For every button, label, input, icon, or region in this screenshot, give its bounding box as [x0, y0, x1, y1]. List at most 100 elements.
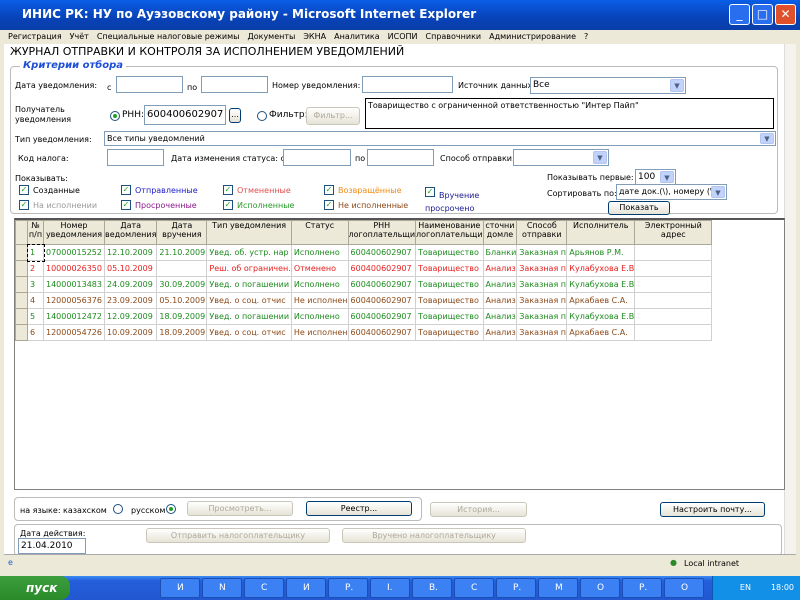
history-button[interactable]: История...	[430, 502, 527, 517]
menu-special-regimes[interactable]: Специальные налоговые режимы	[97, 32, 240, 41]
registry-button[interactable]: Реестр...	[306, 501, 412, 516]
russian-radio[interactable]	[166, 504, 176, 514]
row-header[interactable]	[15, 260, 28, 277]
in-progress-checkbox[interactable]: ✓	[19, 200, 29, 210]
menu-accounting[interactable]: Учёт	[70, 32, 89, 41]
table-row[interactable]: 1 07000015252 12.10.2009 21.10.2009 Увед. об…	[15, 243, 713, 262]
not-executed-checkbox[interactable]: ✓	[324, 200, 334, 210]
sent-checkbox[interactable]: ✓	[121, 185, 131, 195]
sort-select[interactable]: дате док.(\), номеру (\) ▼	[616, 184, 727, 200]
table-row[interactable]: 2 10000026350 05.10.2009 Реш. об ограничен.…	[15, 260, 713, 277]
source-select[interactable]: Все ▼	[530, 77, 686, 94]
table-row[interactable]: 4 12000056376 23.09.2009 05.10.2009 Увед. о …	[15, 292, 713, 309]
rnn-lookup-button[interactable]: ...	[229, 108, 241, 123]
table-cell: 18.09.2009	[156, 308, 208, 325]
kazakh-radio[interactable]	[113, 504, 123, 514]
table-cell	[634, 324, 713, 341]
start-label: пуск	[26, 581, 58, 595]
vertical-scrollbar[interactable]	[784, 44, 796, 554]
column-header[interactable]: Тип уведомления	[206, 220, 292, 245]
taskbar-button[interactable]: N	[202, 578, 242, 598]
menu-admin[interactable]: Администрирование	[489, 32, 576, 41]
taskbar-button[interactable]: I.	[370, 578, 410, 598]
send-to-taxpayer-button[interactable]: Отправить налогоплательщику	[146, 528, 330, 543]
close-button[interactable]: ✕	[775, 4, 796, 25]
number-input[interactable]	[362, 76, 453, 93]
date-to-input[interactable]	[201, 76, 268, 93]
action-date-input[interactable]: 21.04.2010	[18, 538, 86, 554]
status-date-from-input[interactable]	[283, 149, 351, 166]
taskbar-button[interactable]: О	[664, 578, 704, 598]
table-cell: Товарищество	[415, 276, 484, 293]
menu-help[interactable]: ?	[584, 32, 588, 41]
rnn-input[interactable]: 600400602907	[144, 105, 226, 125]
status-date-to-input[interactable]	[367, 149, 434, 166]
column-header[interactable]: Статус	[290, 220, 349, 245]
send-method-select[interactable]: ▼	[513, 149, 609, 166]
rnn-radio[interactable]	[110, 111, 120, 121]
column-header[interactable]: № п/п	[27, 220, 44, 245]
menu-registration[interactable]: Регистрация	[8, 32, 62, 41]
column-header[interactable]: Исполнитель	[566, 220, 636, 245]
table-cell: Кулабухова Е.В	[566, 308, 636, 325]
taskbar-button[interactable]: Р.	[328, 578, 368, 598]
column-header[interactable]: Номер уведомления	[43, 220, 105, 245]
chevron-down-icon: ▼	[711, 186, 725, 198]
column-header[interactable]: Дата вручения	[156, 220, 208, 245]
view-button[interactable]: Просмотреть...	[187, 501, 293, 516]
menu-references[interactable]: Справочники	[426, 32, 482, 41]
taskbar-button[interactable]: С	[244, 578, 284, 598]
menu-analytics[interactable]: Аналитика	[334, 32, 380, 41]
taskbar-button[interactable]: С	[454, 578, 494, 598]
column-header[interactable]: Дата ведомления	[103, 220, 158, 245]
table-row[interactable]: 3 14000013483 24.09.2009 30.09.2009 Увед. о …	[15, 276, 713, 293]
row-header[interactable]	[15, 244, 28, 261]
created-checkbox[interactable]: ✓	[19, 185, 29, 195]
column-header[interactable]: Способ отправки	[516, 220, 568, 245]
returned-checkbox[interactable]: ✓	[324, 185, 334, 195]
menu-documents[interactable]: Документы	[247, 32, 295, 41]
show-button[interactable]: Показать	[608, 201, 670, 215]
table-cell: 21.10.2009	[156, 244, 208, 261]
language-indicator[interactable]: EN	[740, 583, 751, 592]
minimize-button[interactable]: _	[729, 4, 750, 25]
delivered-button[interactable]: Вручено налогоплательщику	[342, 528, 526, 543]
filter-button[interactable]: Фильтр...	[306, 107, 360, 125]
table-cell: Кулабухова Е.В	[566, 260, 636, 277]
table-row[interactable]: 6 12000054726 10.09.2009 18.09.2009 Увед. о …	[15, 324, 713, 341]
row-header[interactable]	[15, 292, 28, 309]
show-first-select[interactable]: 100 ▼	[635, 169, 676, 185]
column-header[interactable]: Электронный адрес	[634, 220, 713, 245]
maximize-button[interactable]: □	[752, 4, 773, 25]
row-header[interactable]	[15, 324, 28, 341]
tax-code-input[interactable]	[107, 149, 164, 166]
column-header[interactable]: сточни домле	[482, 220, 518, 245]
type-select[interactable]: Все типы уведомлений ▼	[104, 131, 776, 146]
taskbar-button[interactable]: В.	[412, 578, 452, 598]
row-header[interactable]	[15, 308, 28, 325]
table-row[interactable]: 5 14000012472 12.09.2009 18.09.2009 Увед. о …	[15, 308, 713, 325]
taskbar-button[interactable]: Р.	[622, 578, 662, 598]
row-header[interactable]	[15, 276, 28, 293]
menu-isopi[interactable]: ИСОПИ	[388, 32, 418, 41]
taskbar-button[interactable]: М	[538, 578, 578, 598]
column-header[interactable]: Наименование логоплательщи	[415, 220, 484, 245]
taskbar-button[interactable]: О	[580, 578, 620, 598]
start-button[interactable]: пуск	[0, 576, 70, 600]
table-cell: 6	[27, 324, 44, 341]
taskbar-button[interactable]: И	[286, 578, 326, 598]
overdue-checkbox[interactable]: ✓	[121, 200, 131, 210]
table-cell: Аркабаев С.А.	[566, 292, 636, 309]
table-cell: Анализ	[482, 276, 518, 293]
mail-settings-button[interactable]: Настроить почту...	[660, 502, 765, 517]
taskbar-button[interactable]: Р.	[496, 578, 536, 598]
taskbar-button[interactable]: И	[160, 578, 200, 598]
date-from-input[interactable]	[116, 76, 183, 93]
filter-radio[interactable]	[257, 111, 267, 121]
overdue-label: Просроченные	[135, 201, 197, 210]
column-header[interactable]: РНН логоплательщи	[347, 220, 417, 245]
executed-checkbox[interactable]: ✓	[223, 200, 233, 210]
delivery-overdue-label: Вручение просрочено	[425, 191, 480, 213]
menu-ekna[interactable]: ЭКНА	[303, 32, 326, 41]
cancelled-checkbox[interactable]: ✓	[223, 185, 233, 195]
